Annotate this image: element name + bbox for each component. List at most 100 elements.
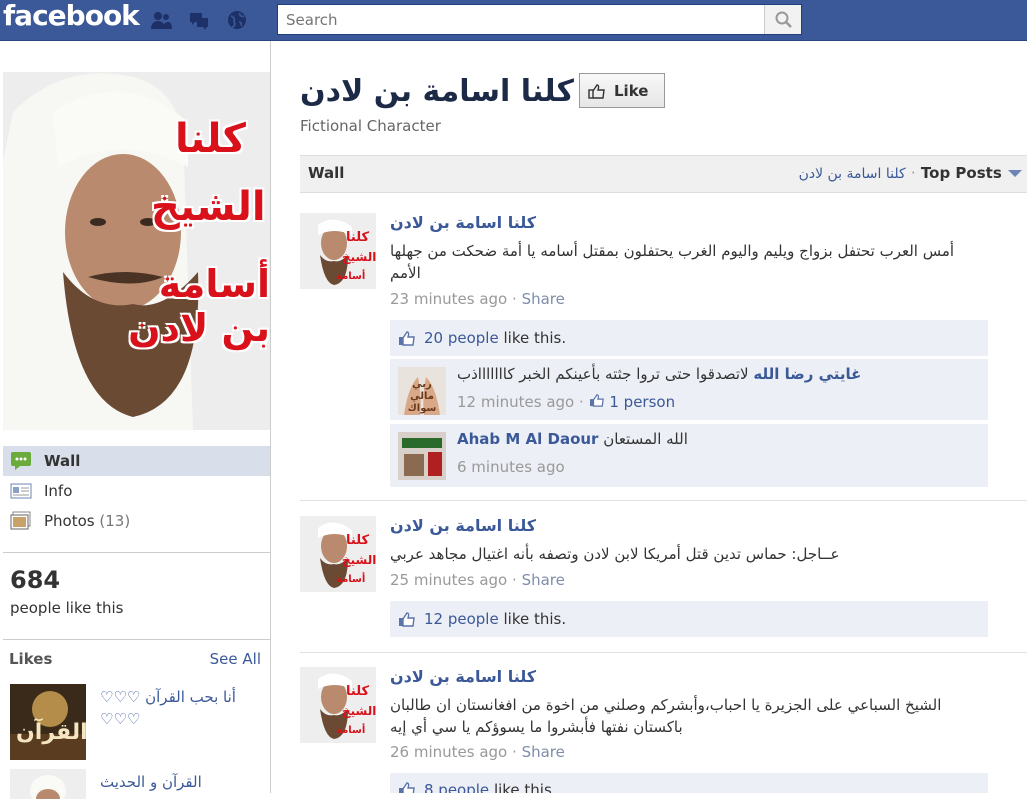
comment-avatar-text: ربي مالي سواك bbox=[407, 379, 437, 414]
meta-separator: · bbox=[579, 393, 584, 411]
facebook-logo[interactable]: facebook bbox=[3, 0, 140, 32]
wall-post: كلنا الشيخ أسامة كلنا اسامة بن لادن الشيخ … bbox=[300, 667, 1027, 793]
thumbs-up-icon bbox=[399, 782, 415, 793]
post-author-name[interactable]: كلنا اسامة بن لادن bbox=[390, 213, 536, 232]
likes-section-header: Likes See All bbox=[9, 650, 261, 668]
comment-timestamp[interactable]: 12 minutes ago bbox=[457, 393, 574, 411]
post-text: أمس العرب تحتفل بزواج ويليم واليوم الغرب… bbox=[390, 242, 955, 282]
search-box bbox=[277, 4, 802, 35]
comment-text: لاتصدقوا حتى تروا جثته بأعينكم الخبر كاا… bbox=[457, 365, 749, 383]
thumbs-up-icon bbox=[399, 331, 415, 346]
post-author-name[interactable]: كلنا اسامة بن لادن bbox=[390, 516, 536, 535]
post-text: الشيخ السباعي على الجزيرة يا احباب،وأبشر… bbox=[390, 696, 942, 736]
comment-body: غايتي رضا الله لاتصدقوا حتى تروا جثته بأ… bbox=[457, 365, 861, 383]
likes-suffix: like this. bbox=[503, 329, 567, 347]
share-link[interactable]: Share bbox=[522, 743, 565, 761]
svg-text:الشيخ: الشيخ bbox=[342, 250, 376, 264]
post-author-avatar[interactable]: كلنا الشيخ أسامة bbox=[300, 667, 376, 743]
post-timestamp[interactable]: 25 minutes ago bbox=[390, 571, 507, 589]
avatar-image: كلنا الشيخ أسامة bbox=[300, 516, 376, 592]
post-likes-box: 20 people like this. bbox=[390, 320, 988, 356]
messages-icon[interactable] bbox=[188, 10, 210, 30]
comment-author-avatar[interactable]: ربي مالي سواك bbox=[398, 367, 446, 415]
comment-author-avatar[interactable] bbox=[398, 432, 446, 480]
divider bbox=[3, 552, 270, 553]
thumbs-up-icon bbox=[589, 394, 604, 407]
liked-page-item[interactable]: القرآن و الحديث bbox=[10, 769, 265, 799]
nav-item-photos[interactable]: Photos (13) bbox=[3, 506, 270, 536]
like-button-label: Like bbox=[614, 81, 649, 100]
page-title: كلنا اسامة بن لادن bbox=[300, 74, 574, 109]
photos-icon bbox=[10, 511, 31, 530]
dropdown-arrow-icon bbox=[1008, 170, 1022, 177]
search-button[interactable] bbox=[764, 5, 801, 34]
page-category: Fictional Character bbox=[300, 117, 441, 135]
post-author-name[interactable]: كلنا اسامة بن لادن bbox=[390, 667, 536, 686]
comment-timestamp[interactable]: 6 minutes ago bbox=[457, 458, 565, 476]
nav-item-wall[interactable]: Wall bbox=[3, 446, 270, 476]
likes-header-label: Likes bbox=[9, 650, 53, 668]
notifications-globe-icon[interactable] bbox=[226, 10, 248, 30]
like-page-button[interactable]: Like bbox=[579, 73, 665, 108]
share-link[interactable]: Share bbox=[522, 290, 565, 308]
svg-text:الشيخ: الشيخ bbox=[342, 553, 376, 567]
svg-text:الشيخ: الشيخ bbox=[342, 704, 376, 718]
comment-text: الله المستعان bbox=[603, 430, 688, 448]
post-timestamp[interactable]: 26 minutes ago bbox=[390, 743, 507, 761]
nav-item-label: Wall bbox=[44, 452, 81, 470]
search-input[interactable] bbox=[278, 5, 758, 34]
post-author-avatar[interactable]: كلنا الشيخ أسامة bbox=[300, 213, 376, 289]
svg-text:أسامة: أسامة bbox=[336, 572, 365, 585]
wall-header-title: Wall bbox=[308, 164, 345, 182]
nav-item-label: Info bbox=[44, 482, 73, 500]
post-meta: 25 minutes ago · Share bbox=[390, 571, 565, 589]
post-likes-box: 8 people like this. bbox=[390, 773, 988, 793]
search-icon bbox=[775, 11, 792, 28]
likes-suffix: like this. bbox=[493, 781, 557, 793]
svg-text:أسامة: أسامة bbox=[336, 723, 365, 736]
liked-page-thumbnail-text: القرآن bbox=[16, 720, 86, 745]
likes-people-link[interactable]: 12 people bbox=[424, 610, 499, 628]
svg-text:أسامة: أسامة bbox=[336, 269, 365, 282]
friend-requests-icon[interactable] bbox=[150, 10, 172, 30]
comment-meta: 12 minutes ago · 1 person bbox=[457, 393, 675, 411]
likes-text: people like this bbox=[10, 599, 124, 617]
wall-icon bbox=[11, 452, 31, 470]
share-link[interactable]: Share bbox=[522, 571, 565, 589]
nav-item-label: Photos bbox=[44, 512, 95, 530]
profile-picture-caption-2: الشيخ bbox=[151, 184, 266, 230]
profile-picture[interactable]: كلنا الشيخ أسامة بن لادن bbox=[3, 72, 270, 430]
meta-separator: · bbox=[512, 743, 517, 761]
post-author-avatar[interactable]: كلنا الشيخ أسامة bbox=[300, 516, 376, 592]
likes-people-link[interactable]: 20 people bbox=[424, 329, 499, 347]
photos-count: (13) bbox=[99, 512, 131, 530]
page-nav: Wall Info Photos (13) bbox=[3, 446, 270, 536]
wall-header-bar: Wall كلنا اسامة بن لادن · Top Posts bbox=[300, 155, 1027, 193]
likes-suffix: like this. bbox=[503, 610, 567, 628]
liked-page-item[interactable]: القرآن أنا بحب القرآن ♡♡♡ ♡♡♡ bbox=[10, 684, 265, 762]
comment: ربي مالي سواك غايتي رضا الله لاتصدقوا حت… bbox=[390, 358, 988, 420]
comment-avatar-image bbox=[398, 432, 446, 480]
post-timestamp[interactable]: 23 minutes ago bbox=[390, 290, 507, 308]
liked-page-thumbnail[interactable] bbox=[10, 769, 86, 799]
svg-text:كلنا: كلنا bbox=[346, 684, 369, 699]
meta-separator: · bbox=[512, 290, 517, 308]
liked-page-title[interactable]: القرآن و الحديث bbox=[100, 771, 260, 793]
avatar-image: كلنا الشيخ أسامة bbox=[300, 213, 376, 289]
thumbs-up-icon bbox=[588, 83, 605, 99]
top-posts-filter[interactable]: كلنا اسامة بن لادن · Top Posts bbox=[799, 164, 1023, 182]
profile-picture-caption-1: كلنا bbox=[175, 116, 246, 162]
see-all-link[interactable]: See All bbox=[210, 650, 261, 668]
comment-likes-link[interactable]: 1 person bbox=[609, 393, 675, 411]
likes-people-link[interactable]: 8 people bbox=[424, 781, 489, 793]
post-text: عــاجل: حماس تدين قتل أمريكا لابن لادن و… bbox=[390, 545, 840, 563]
comment-author-name[interactable]: غايتي رضا الله bbox=[753, 365, 861, 383]
profile-picture-caption-3: أسامة بن لادن bbox=[128, 262, 270, 350]
filter-label: Top Posts bbox=[920, 164, 1002, 182]
liked-page-thumbnail[interactable]: القرآن bbox=[10, 684, 86, 760]
comment-author-name[interactable]: Ahab M Al Daour bbox=[457, 430, 598, 448]
nav-item-info[interactable]: Info bbox=[3, 476, 270, 506]
info-icon bbox=[10, 483, 32, 499]
liked-page-title[interactable]: أنا بحب القرآن ♡♡♡ ♡♡♡ bbox=[100, 686, 260, 730]
liked-page-thumbnail-image bbox=[10, 769, 86, 799]
